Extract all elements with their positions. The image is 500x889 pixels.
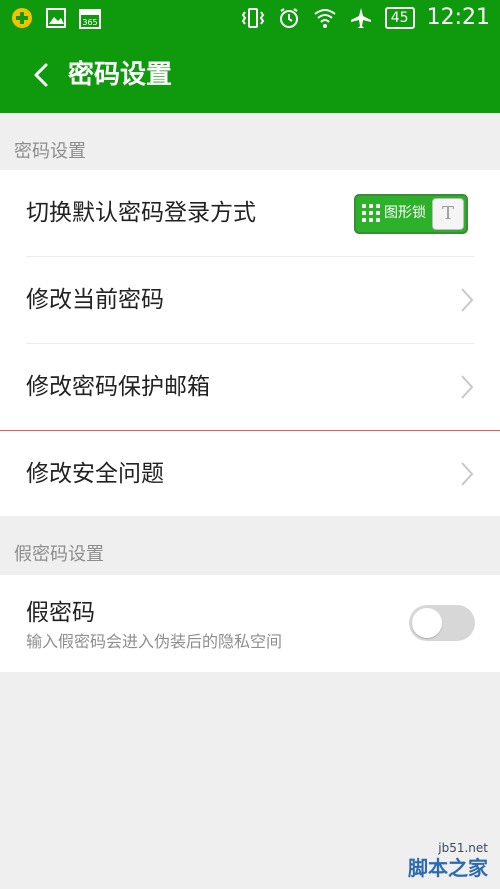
change-current-password-label: 修改当前密码 <box>26 287 164 313</box>
alarm-icon <box>277 6 301 30</box>
change-security-question-label: 修改安全问题 <box>26 461 164 487</box>
status-left-icons: 365 <box>10 6 102 30</box>
vibrate-icon <box>241 6 265 30</box>
battery-level: 45 <box>384 7 415 29</box>
watermark: jb51.net 脚本之家 <box>408 841 488 881</box>
fake-password-title: 假密码 <box>26 600 95 626</box>
watermark-domain: jb51.net <box>438 841 488 855</box>
calendar-365-label: 365 <box>82 18 97 27</box>
switch-knob <box>412 608 442 638</box>
fake-password-subtitle: 输入假密码会进入伪装后的隐私空间 <box>26 632 283 651</box>
change-current-password-row[interactable]: 修改当前密码 <box>0 257 500 343</box>
pattern-lock-label: 图形锁 <box>384 205 426 221</box>
change-protection-email-label: 修改密码保护邮箱 <box>26 374 210 400</box>
change-security-question-row[interactable]: 修改安全问题 <box>0 431 500 517</box>
back-button[interactable] <box>26 58 56 92</box>
chevron-left-icon <box>34 63 48 87</box>
section-header-password: 密码设置 <box>14 141 86 162</box>
text-password-knob: T <box>432 198 464 230</box>
chevron-right-icon <box>461 375 474 399</box>
switch-default-login-row[interactable]: 切换默认密码登录方式 图形锁 T <box>0 170 500 256</box>
switch-default-login-label: 切换默认密码登录方式 <box>26 200 256 226</box>
wifi-icon <box>313 6 337 30</box>
airplane-icon <box>349 6 373 30</box>
pattern-lock-toggle[interactable]: 图形锁 T <box>354 194 468 234</box>
chevron-right-icon <box>461 462 474 486</box>
chevron-right-icon <box>461 288 474 312</box>
watermark-brand: 脚本之家 <box>408 856 488 880</box>
page-title: 密码设置 <box>68 60 173 90</box>
plus-coin-icon <box>10 6 34 30</box>
status-right-icons: 45 12:21 <box>241 6 490 30</box>
pattern-dots-icon <box>362 204 380 222</box>
app-bar: 密码设置 <box>0 36 500 113</box>
password-settings-card: 切换默认密码登录方式 图形锁 T 修改当前密码 修改密码保护邮箱 修改安全问题 <box>0 170 500 516</box>
clock: 12:21 <box>426 5 490 30</box>
section-header-fake-password: 假密码设置 <box>14 544 104 565</box>
fake-password-switch[interactable] <box>409 605 475 641</box>
status-bar: 365 45 12:21 <box>0 0 500 36</box>
fake-password-card: 假密码 输入假密码会进入伪装后的隐私空间 <box>0 575 500 672</box>
calendar-365-icon: 365 <box>78 6 102 30</box>
change-protection-email-row[interactable]: 修改密码保护邮箱 <box>0 344 500 430</box>
image-icon <box>44 6 68 30</box>
